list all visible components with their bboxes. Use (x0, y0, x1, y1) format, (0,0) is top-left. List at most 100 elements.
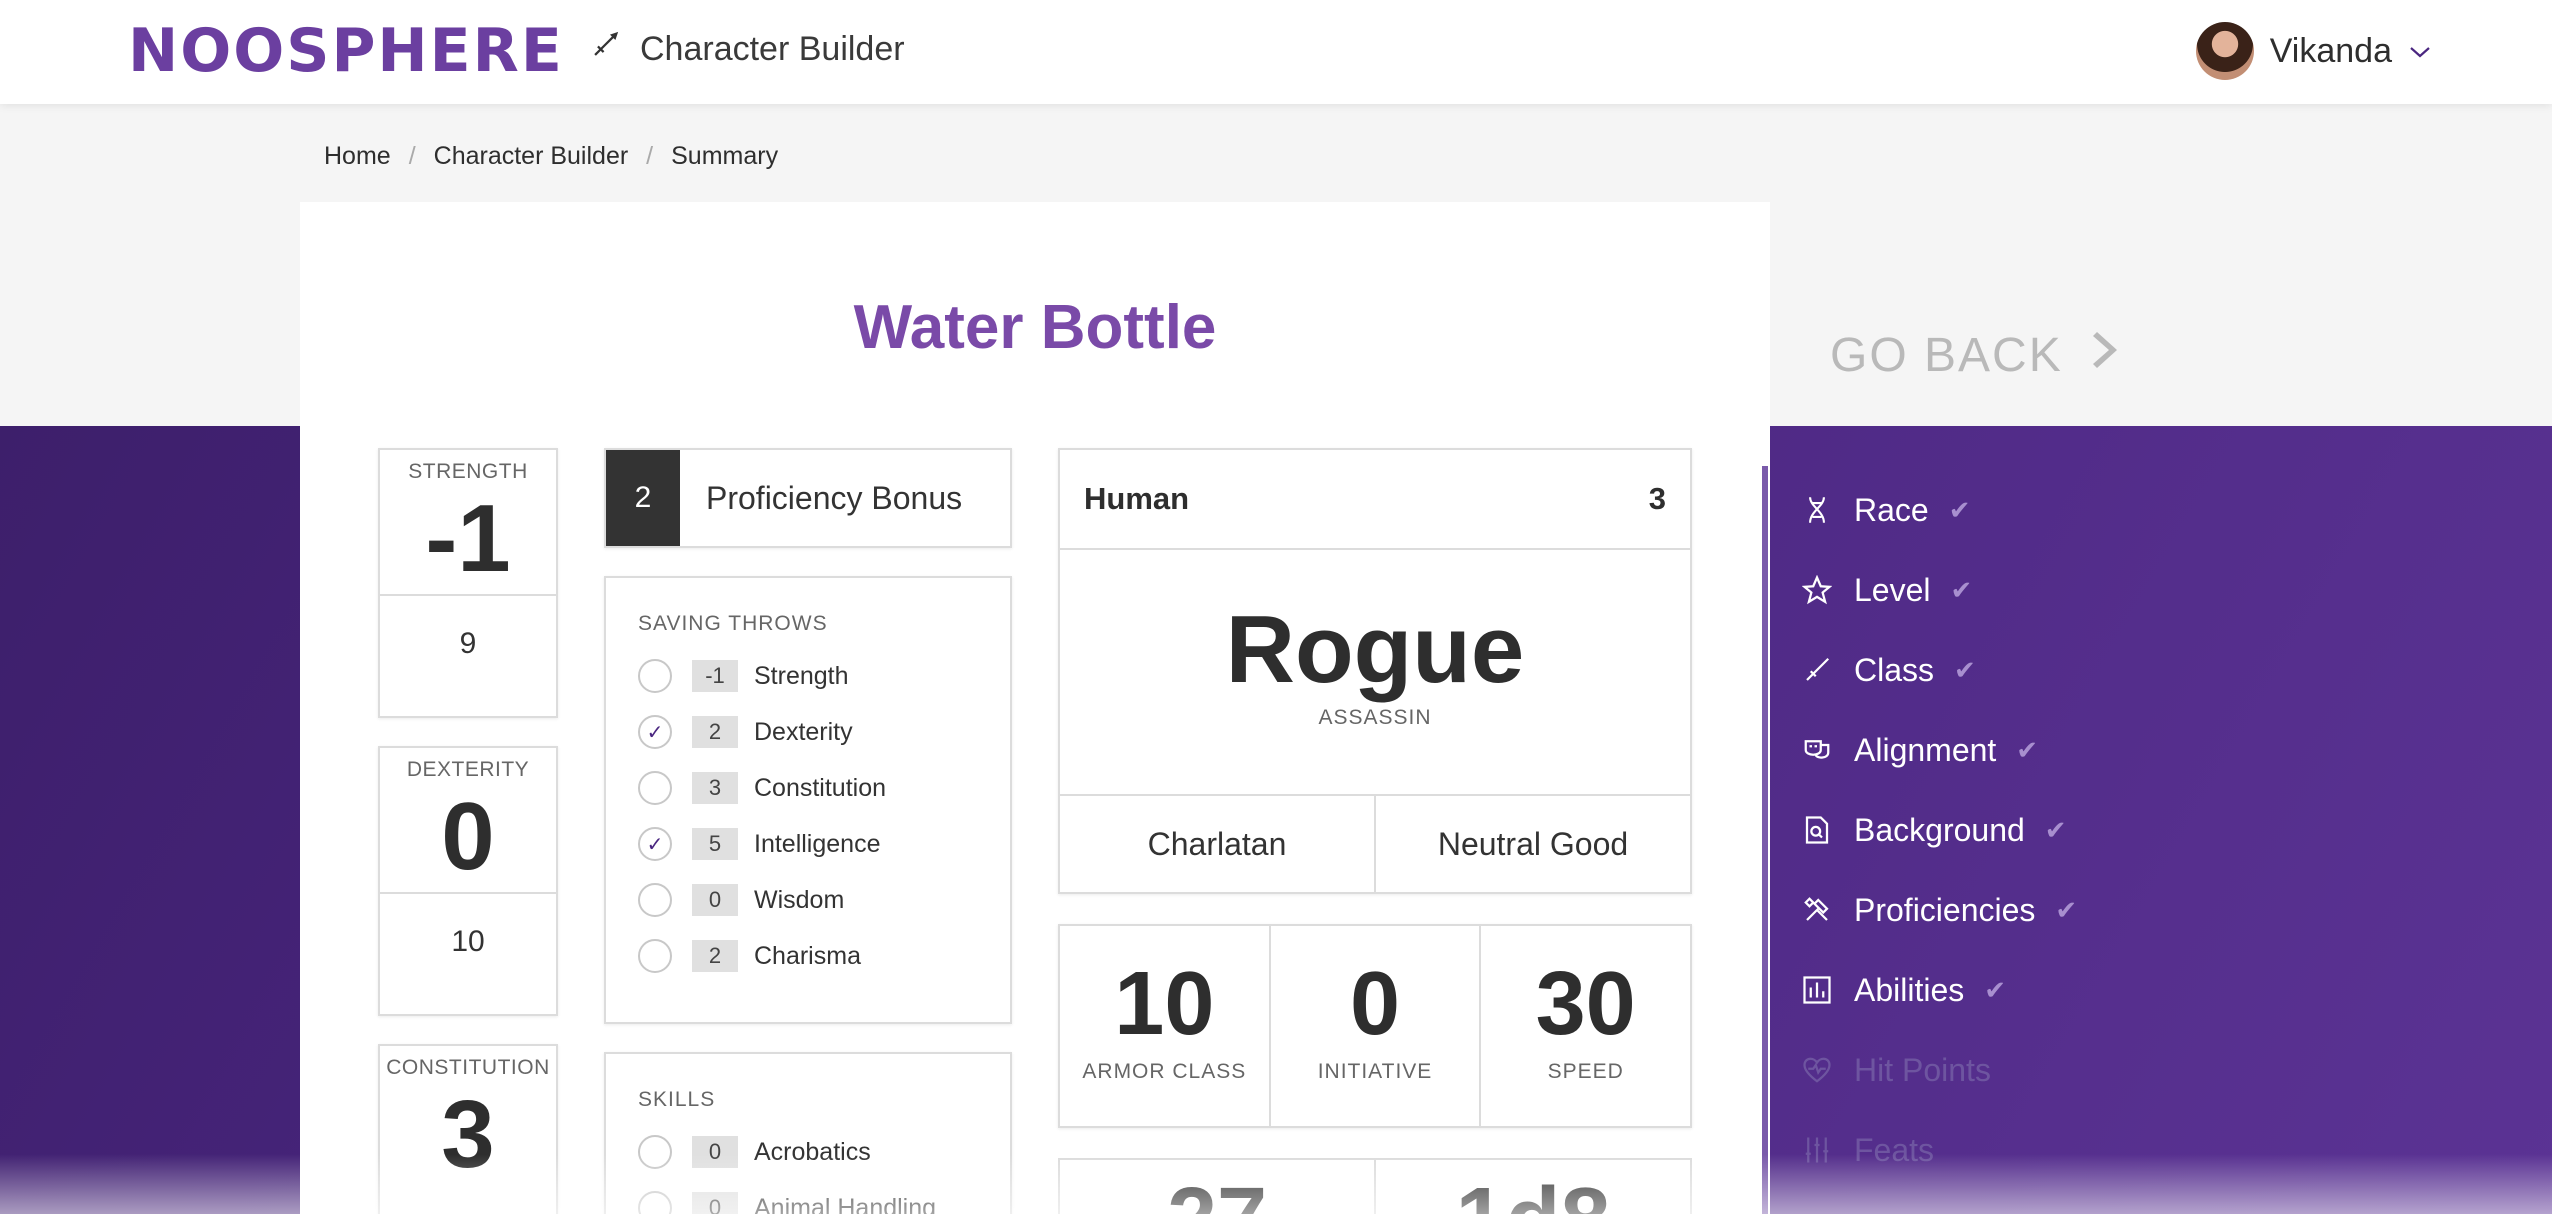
background-name: Charlatan (1147, 825, 1287, 862)
chevron-right-icon[interactable] (2092, 328, 2121, 383)
builder-steps-nav: Race ✔ Level ✔ Class ✔ Alignment ✔ Backg… (1800, 470, 2077, 1190)
check-icon: ✔ (1948, 494, 1971, 525)
sidebar-item-race[interactable]: Race ✔ (1800, 470, 2077, 550)
user-name[interactable]: Vikanda (2270, 32, 2392, 71)
skill-row[interactable]: 0 Animal Handling (606, 1180, 1010, 1214)
breadcrumb-home[interactable]: Home (324, 142, 391, 171)
saving-throw-row[interactable]: ✓ 2 Dexterity (606, 704, 1010, 760)
saving-throws-title: SAVING THROWS (638, 612, 828, 635)
proficiency-radio[interactable] (638, 939, 672, 973)
breadcrumb-summary: Summary (671, 142, 779, 170)
ability-dexterity: DEXTERITY 0 10 (378, 746, 558, 1016)
alignment-name: Neutral Good (1374, 796, 1690, 892)
ability-modifier: 0 (441, 783, 495, 890)
skill-value: 0 (692, 1192, 738, 1214)
skill-name: Acrobatics (754, 1137, 871, 1166)
proficiency-radio[interactable] (638, 771, 672, 805)
sidebar-item-label: Class (1854, 651, 1935, 688)
proficiency-label: Proficiency Bonus (706, 479, 963, 516)
proficiency-value: 2 (606, 450, 680, 546)
sidebar-item-background[interactable]: Background ✔ (1800, 790, 2077, 870)
background-alignment-row: Charlatan Neutral Good (1060, 794, 1690, 892)
sidebar-item-alignment[interactable]: Alignment ✔ (1800, 710, 2077, 790)
go-back-button[interactable]: GO BACK (1830, 328, 2121, 383)
ability-modifier: -1 (425, 485, 511, 592)
ability-score: 9 (380, 594, 556, 690)
check-icon: ✔ (2055, 894, 2078, 925)
armor-class: 10 ARMOR CLASS (1060, 926, 1269, 1126)
noosphere-logo[interactable]: NOOSPHERE (128, 21, 564, 81)
saving-throw-value: 2 (692, 940, 738, 972)
check-icon: ✔ (1984, 974, 2007, 1005)
skill-name: Animal Handling (754, 1193, 937, 1214)
breadcrumb: Home / Character Builder / Summary (324, 142, 778, 171)
saving-throw-row[interactable]: ✓ 5 Intelligence (606, 816, 1010, 872)
proficiency-radio[interactable] (638, 1191, 672, 1214)
sidebar-item-label: Background (1854, 811, 2025, 848)
saving-throw-value: -1 (692, 660, 738, 692)
saving-throw-name: Dexterity (754, 717, 853, 746)
skills-title: SKILLS (638, 1088, 716, 1111)
masks-icon (1800, 733, 1834, 767)
check-icon: ✓ (646, 721, 664, 744)
avatar[interactable] (2195, 22, 2254, 80)
ability-modifier: 3 (441, 1081, 495, 1188)
saving-throw-name: Strength (754, 661, 849, 690)
saving-throw-row[interactable]: 3 Constitution (606, 760, 1010, 816)
proficiency-bonus: 2 Proficiency Bonus (604, 448, 1012, 548)
proficiency-radio-checked[interactable]: ✓ (638, 715, 672, 749)
app-title-label: Character Builder (640, 30, 905, 68)
user-menu[interactable]: Vikanda (2195, 22, 2432, 80)
saving-throw-name: Intelligence (754, 829, 881, 858)
check-icon: ✔ (2016, 734, 2039, 765)
stat-label: ARMOR CLASS (1082, 1060, 1247, 1083)
ability-strength: STRENGTH -1 9 (378, 448, 558, 718)
sidebar-item-class[interactable]: Class ✔ (1800, 630, 2077, 710)
saving-throw-value: 3 (692, 772, 738, 804)
breadcrumb-character-builder[interactable]: Character Builder (434, 142, 629, 171)
initiative: 0 INITIATIVE (1268, 926, 1480, 1126)
breadcrumb-separator: / (408, 142, 416, 170)
race-header: Human 3 (1060, 450, 1690, 550)
subclass-name: ASSASSIN (1318, 706, 1432, 729)
skill-row[interactable]: 0 Acrobatics (606, 1124, 1010, 1180)
saving-throw-value: 5 (692, 828, 738, 860)
breadcrumb-separator: / (646, 142, 654, 170)
check-icon: ✔ (1954, 654, 1976, 685)
sidebar-item-label: Feats (1854, 1131, 1935, 1168)
stat-label: SPEED (1547, 1060, 1624, 1083)
sidebar-item-hit-points[interactable]: Hit Points (1800, 1030, 2077, 1110)
chevron-down-icon[interactable] (2408, 36, 2432, 67)
race-name: Human (1084, 481, 1190, 516)
proficiency-radio-checked[interactable]: ✓ (638, 827, 672, 861)
bar-chart-icon (1800, 973, 1834, 1007)
saving-throw-row[interactable]: 2 Charisma (606, 928, 1010, 984)
proficiency-radio[interactable] (638, 659, 672, 693)
proficiency-radio[interactable] (638, 1135, 672, 1169)
saving-throw-name: Constitution (754, 773, 887, 802)
proficiency-radio[interactable] (638, 883, 672, 917)
go-back-label[interactable]: GO BACK (1830, 328, 2063, 383)
sidebar-item-proficiencies[interactable]: Proficiencies ✔ (1800, 870, 2077, 950)
heart-pulse-icon (1800, 1053, 1834, 1087)
sliders-icon (1800, 1133, 1834, 1167)
check-icon: ✔ (1950, 574, 1973, 605)
ability-constitution: CONSTITUTION 3 (378, 1044, 558, 1214)
saving-throw-name: Wisdom (754, 885, 845, 914)
document-search-icon (1800, 813, 1834, 847)
stat-value: 30 (1535, 954, 1636, 1054)
sidebar-item-level[interactable]: Level ✔ (1800, 550, 2077, 630)
skill-value: 0 (692, 1136, 738, 1168)
saving-throw-value: 2 (692, 716, 738, 748)
sidebar-item-label: Proficiencies (1854, 891, 2036, 928)
ability-label: CONSTITUTION (386, 1056, 550, 1079)
ability-score: 10 (380, 892, 556, 988)
race-class-panel: Human 3 Rogue ASSASSIN Charlatan Neutral… (1058, 448, 1692, 894)
class-name: Rogue (1225, 596, 1525, 703)
saving-throw-row[interactable]: 0 Wisdom (606, 872, 1010, 928)
ability-label: STRENGTH (408, 460, 528, 483)
saving-throw-row[interactable]: -1 Strength (606, 648, 1010, 704)
sidebar-item-abilities[interactable]: Abilities ✔ (1800, 950, 2077, 1030)
sidebar-item-feats[interactable]: Feats (1800, 1110, 2077, 1190)
check-icon: ✓ (646, 833, 664, 856)
